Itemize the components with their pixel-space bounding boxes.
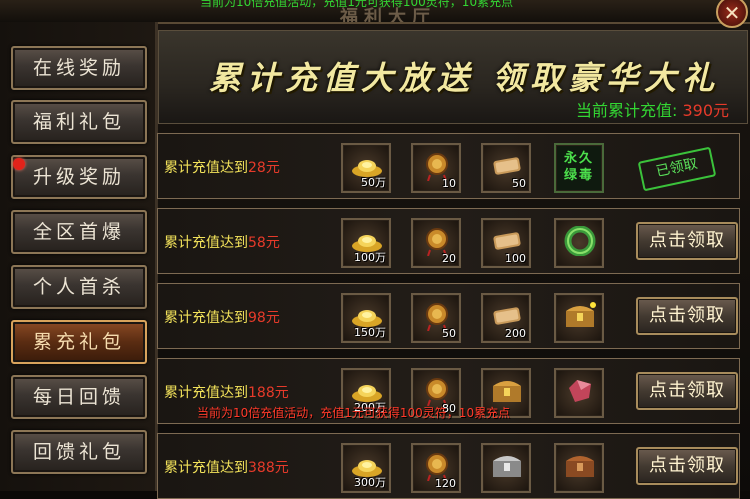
- row-prefix: 累计充值达到: [164, 235, 248, 251]
- item-count: 100万: [354, 251, 386, 264]
- reward-item-jade-ring[interactable]: [554, 218, 604, 268]
- row-amount: 188元: [248, 385, 289, 401]
- total-recharge-label: 当前累计充值:: [575, 101, 678, 120]
- row-label: 累计充值达到28元: [164, 157, 280, 177]
- row-label: 累计充值达到58元: [164, 232, 280, 252]
- item-count: 120: [435, 477, 456, 490]
- row-amount: 98元: [248, 310, 280, 326]
- item-count: 150万: [354, 326, 386, 339]
- scrolling-notice: 当前为10倍充值活动，充值1元可获得100灵符，10累充点: [197, 406, 511, 420]
- item-count: 50万: [361, 176, 386, 189]
- bronze-chest-icon: [566, 456, 594, 477]
- sidebar-item-welfare-pack[interactable]: 福利礼包: [11, 100, 147, 144]
- jade-ring-icon: [564, 226, 596, 256]
- reward-item-scroll[interactable]: 100: [481, 218, 531, 268]
- reward-item-scroll[interactable]: 50: [481, 143, 531, 193]
- row-prefix: 累计充值达到: [164, 460, 248, 476]
- reward-item-red-gem[interactable]: [554, 368, 604, 418]
- sidebar-item-personal-first-kill[interactable]: 个人首杀: [11, 265, 147, 309]
- sidebar-item-recharge-pack[interactable]: 累充礼包: [11, 320, 147, 364]
- red-gem-icon: [569, 380, 591, 402]
- reward-item-gold[interactable]: 150万: [341, 293, 391, 343]
- reward-item-poison-skill[interactable]: 永久绿毒: [554, 143, 604, 193]
- reward-item-talisman[interactable]: 20: [411, 218, 461, 268]
- claimed-stamp: 已领取: [637, 146, 717, 192]
- item-count: 10: [442, 177, 456, 190]
- reward-item-scroll[interactable]: 200: [481, 293, 531, 343]
- row-label: 累计充值达到98元: [164, 307, 280, 327]
- reward-row: 累计充值达到388元 300万 120 点击领取: [157, 433, 740, 499]
- sidebar: 在线奖励 福利礼包 升级奖励 全区首爆 个人首杀 累充礼包 每日回馈 回馈礼包: [0, 22, 158, 491]
- row-prefix: 累计充值达到: [164, 160, 248, 176]
- item-count: 50: [512, 177, 526, 190]
- sidebar-item-daily-feedback[interactable]: 每日回馈: [11, 375, 147, 419]
- reward-item-bronze-chest[interactable]: [554, 443, 604, 493]
- sidebar-item-feedback-pack[interactable]: 回馈礼包: [11, 430, 147, 474]
- claim-button[interactable]: 点击领取: [636, 372, 738, 410]
- welfare-hall-window: 福利大厅 当前为10倍充值活动，充值1元可获得100灵符，10累充点 ✕ 在线奖…: [0, 0, 750, 499]
- ticker-text: 当前为10倍充值活动，充值1元可获得100灵符，10累充点: [200, 0, 514, 9]
- poison-skill-icon: 永久绿毒: [563, 151, 594, 183]
- item-count: 100: [505, 252, 526, 265]
- reward-item-silver-chest[interactable]: [481, 443, 531, 493]
- reward-item-gold[interactable]: 100万: [341, 218, 391, 268]
- reward-row: 累计充值达到58元 100万 20 100 点击领取: [157, 208, 740, 274]
- row-amount: 58元: [248, 235, 280, 251]
- row-prefix: 累计充值达到: [164, 310, 248, 326]
- sidebar-item-level-reward[interactable]: 升级奖励: [11, 155, 147, 199]
- reward-item-golden-chest[interactable]: [554, 293, 604, 343]
- claim-button[interactable]: 点击领取: [636, 222, 738, 260]
- reward-row: 累计充值达到28元 50万 10 50 永久绿毒 已领取: [157, 133, 740, 199]
- reward-item-talisman[interactable]: 50: [411, 293, 461, 343]
- golden-chest-icon: [566, 302, 596, 327]
- item-count: 50: [442, 327, 456, 340]
- sidebar-item-server-first-drop[interactable]: 全区首爆: [11, 210, 147, 254]
- reward-item-talisman[interactable]: 120: [411, 443, 461, 493]
- golden-chest-icon: [493, 381, 521, 402]
- reward-item-gold[interactable]: 300万: [341, 443, 391, 493]
- claim-button[interactable]: 点击领取: [636, 297, 738, 335]
- reward-item-gold[interactable]: 50万: [341, 143, 391, 193]
- total-recharge: 当前累计充值: 390元: [576, 97, 729, 121]
- item-count: 300万: [354, 476, 386, 489]
- row-label: 累计充值达到188元: [164, 382, 289, 402]
- claim-button[interactable]: 点击领取: [636, 447, 738, 485]
- banner: 累计充值大放送 领取豪华大礼 当前累计充值: 390元: [158, 30, 748, 124]
- item-count: 200: [505, 327, 526, 340]
- total-recharge-value: 390元: [682, 101, 729, 120]
- sidebar-item-online-reward[interactable]: 在线奖励: [11, 46, 147, 90]
- item-count: 20: [442, 252, 456, 265]
- reward-row: 累计充值达到98元 150万 50 200 点击领取: [157, 283, 740, 349]
- row-amount: 28元: [248, 160, 280, 176]
- banner-title: 累计充值大放送 领取豪华大礼: [209, 59, 721, 97]
- silver-chest-icon: [493, 456, 521, 477]
- row-label: 累计充值达到388元: [164, 457, 289, 477]
- row-amount: 388元: [248, 460, 289, 476]
- reward-item-talisman[interactable]: 10: [411, 143, 461, 193]
- row-prefix: 累计充值达到: [164, 385, 248, 401]
- notification-dot: [13, 158, 25, 170]
- title-bar: 福利大厅 当前为10倍充值活动，充值1元可获得100灵符，10累充点: [0, 0, 750, 24]
